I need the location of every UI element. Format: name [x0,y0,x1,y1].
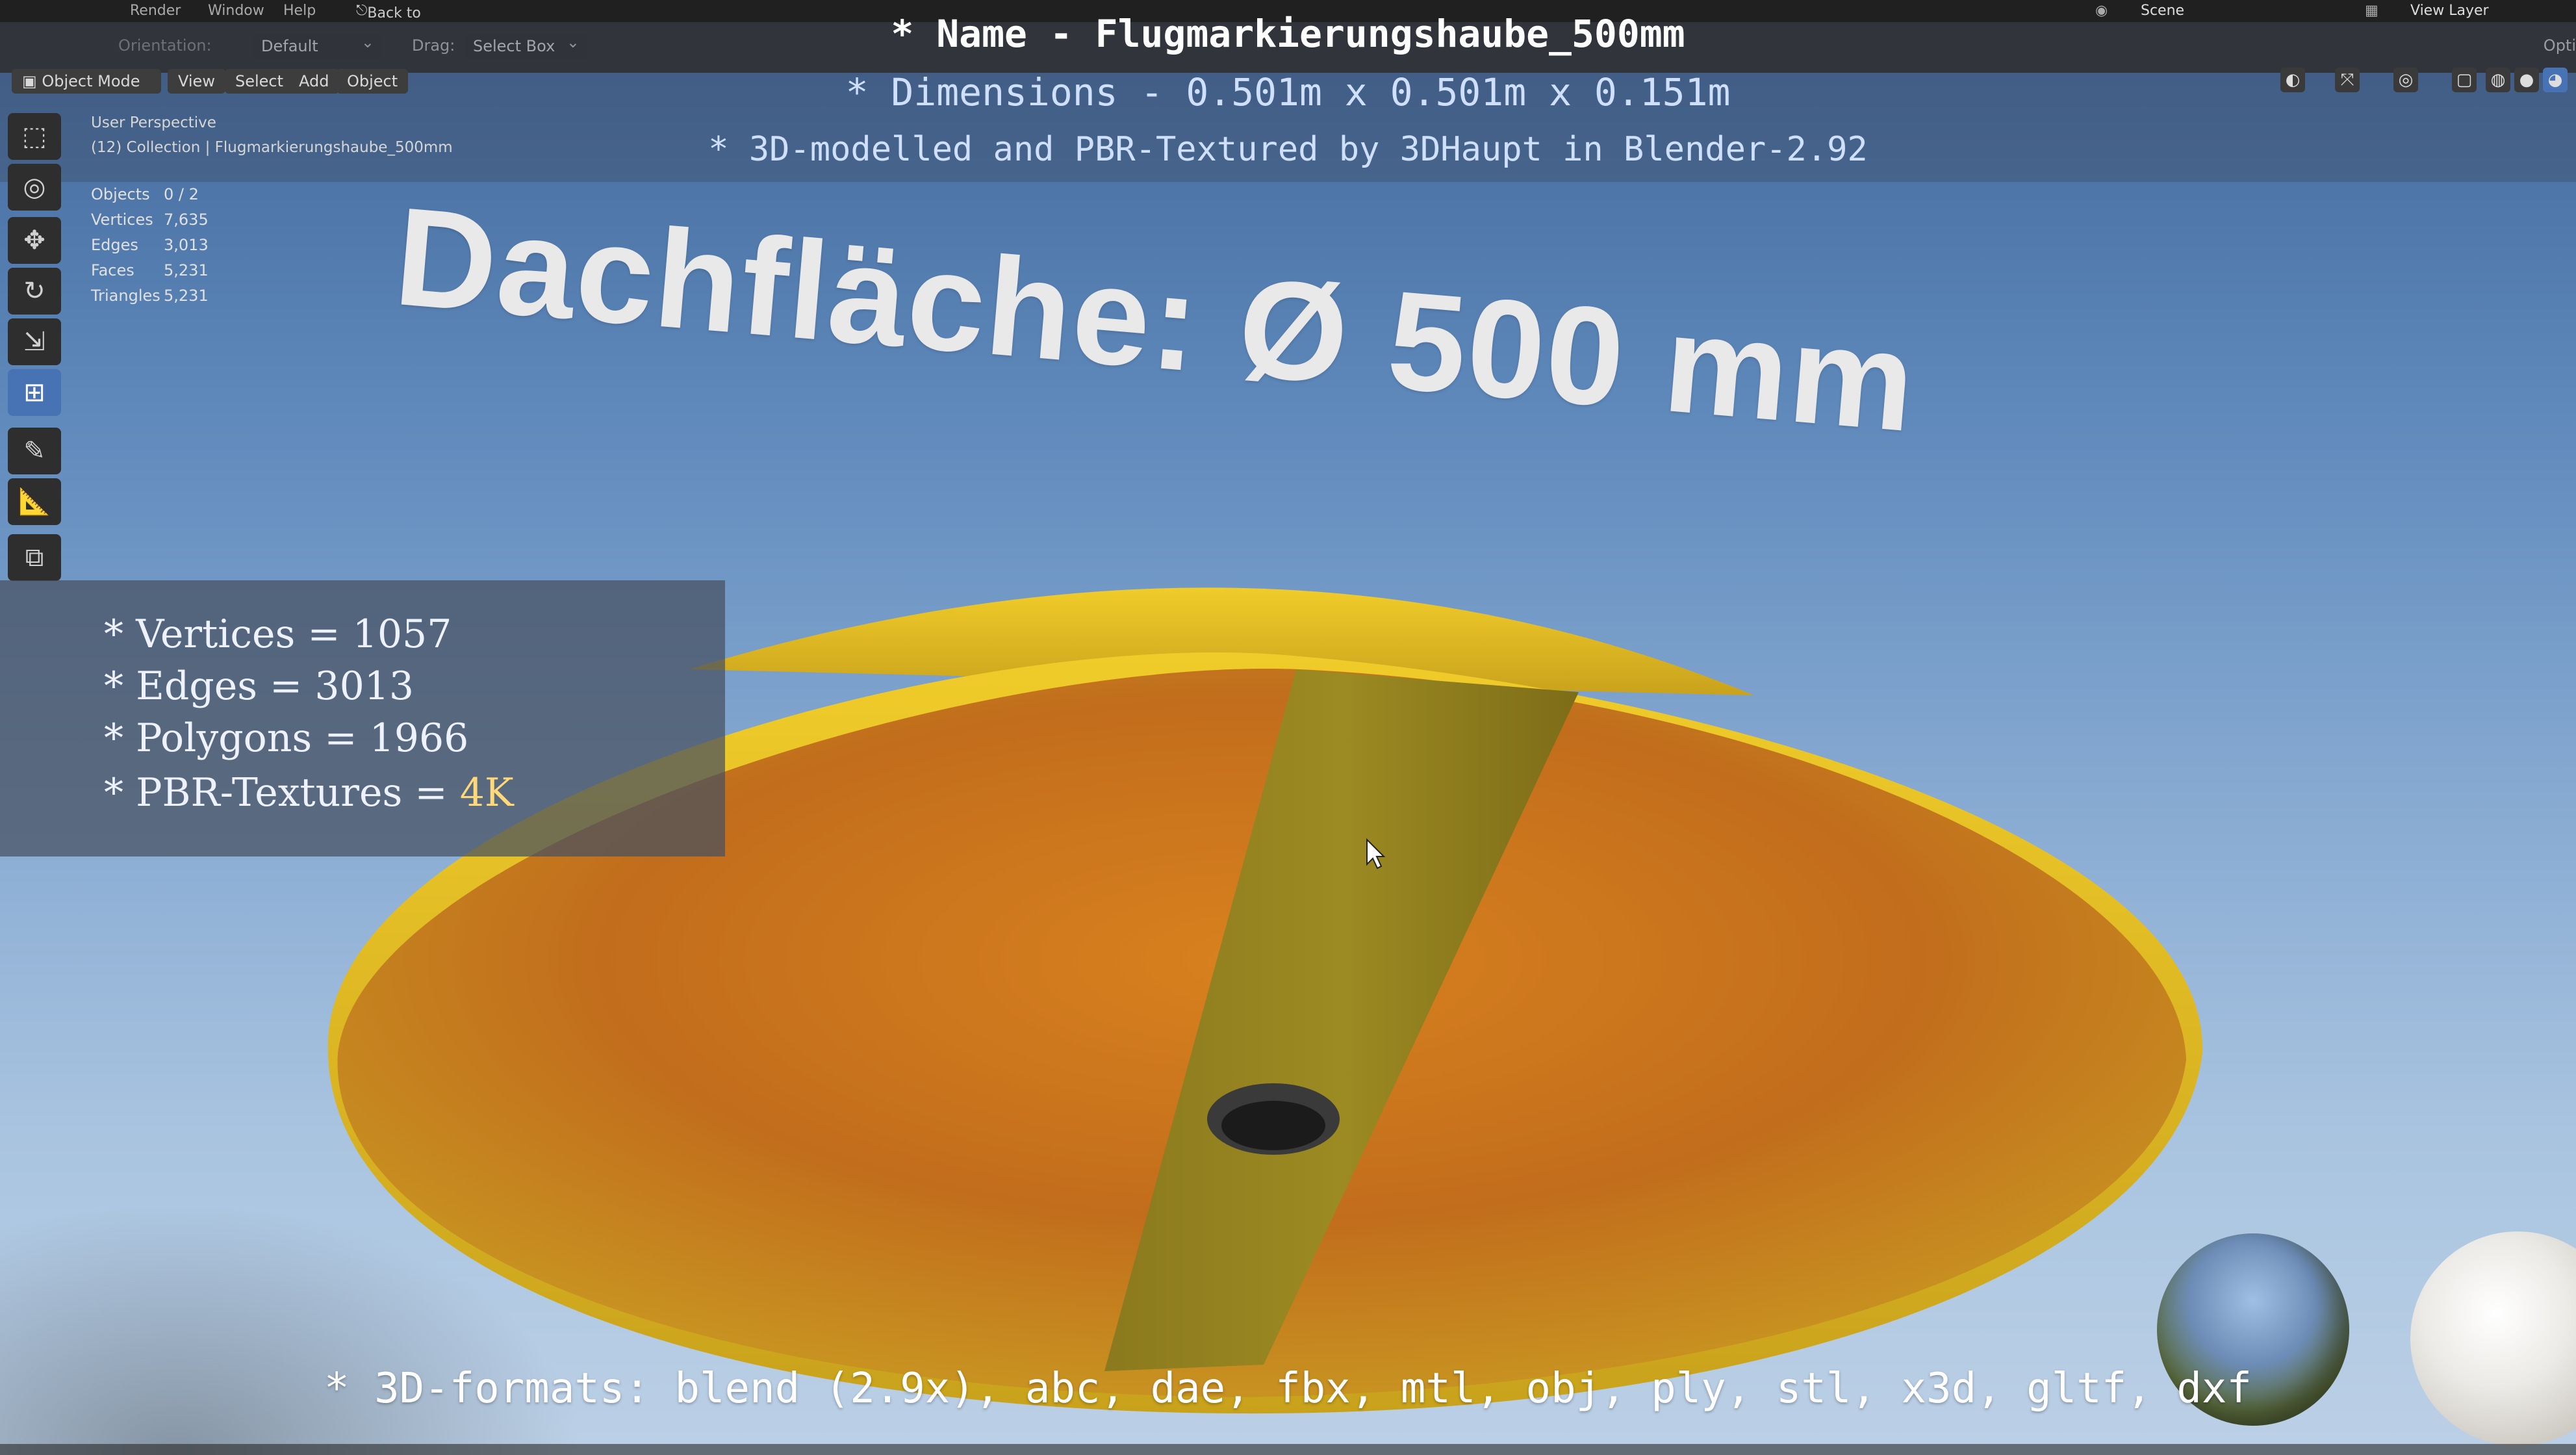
scene-statistics: Objects 0 / 2 Vertices 7,635 Edges 3,013 Fa… [91,182,209,309]
wireframe-shading-icon[interactable]: ◍ [2486,68,2510,92]
stat-row: Edges 3,013 [91,236,209,254]
annotate-icon[interactable]: ✎ [8,428,61,474]
transform-icon[interactable]: ⊞ [8,369,61,416]
title-name: * Name - Flugmarkierungshaube_500mm [891,12,1685,56]
menu-add[interactable]: Add [288,69,340,94]
rotate-icon[interactable]: ↻ [8,268,61,315]
gizmo-icon[interactable]: ⤧ [2335,68,2360,92]
menu-select[interactable]: Select [225,69,294,94]
object-mode-icon: ▣ [22,72,42,90]
panel-vertices: * Vertices = 1057 [104,612,452,657]
perspective-label: User Perspective [91,114,216,131]
stat-row: Objects 0 / 2 [91,185,199,203]
stat-row: Vertices 7,635 [91,211,209,229]
mesh-info-panel: * Vertices = 1057 * Edges = 3013 * Polyg… [0,580,725,856]
overlay-icon[interactable]: ◎ [2393,68,2418,92]
move-icon[interactable]: ✥ [8,217,61,264]
measure-icon[interactable]: 📐 [8,478,61,525]
viewport-info: User Perspective (12) Collection | Flugm… [91,114,453,156]
viewport-header: ▣ Object Mode View Select Add Object [0,65,2576,101]
cursor-icon[interactable]: ◎ [8,164,61,211]
xray-icon[interactable]: ▢ [2452,68,2477,92]
panel-textures: * PBR-Textures = 4K [104,770,514,816]
menu-view[interactable]: View [168,69,225,94]
menu-object[interactable]: Object [337,69,409,94]
visibility-icon[interactable]: ◐ [2280,68,2305,92]
select-box-icon[interactable]: ⬚ [8,113,61,160]
scale-icon[interactable]: ⇲ [8,318,61,365]
stat-row: Faces 5,231 [91,261,209,279]
material-shading-icon[interactable]: ◕ [2543,68,2568,92]
status-bar [0,1444,2576,1455]
add-cube-icon[interactable]: ⧉ [8,534,61,581]
solid-shading-icon[interactable]: ● [2514,68,2539,92]
stat-row: Triangles 5,231 [91,287,209,305]
collection-label: (12) Collection | Flugmarkierungshaube_5… [91,139,453,156]
panel-polygons: * Polygons = 1966 [104,715,469,761]
mode-dropdown[interactable]: ▣ Object Mode [12,69,161,94]
panel-edges: * Edges = 3013 [104,663,414,709]
formats-line: * 3D-formats: blend (2.9x), abc, dae, fb… [324,1365,2252,1413]
